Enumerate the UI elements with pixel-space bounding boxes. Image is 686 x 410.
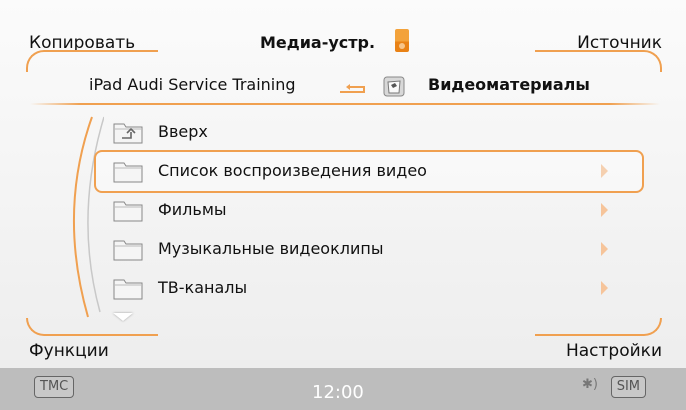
list-item-label: ТВ-каналы xyxy=(158,278,248,297)
scroll-arc[interactable] xyxy=(44,112,104,327)
list-item-label: Вверх xyxy=(158,122,208,141)
folder-list: Вверх Список воспроизведения видео Фильм… xyxy=(94,113,644,308)
bluetooth-icon: ✱) xyxy=(582,377,598,392)
list-item-tv-channels[interactable]: ТВ-каналы xyxy=(96,269,642,308)
breadcrumb-source[interactable]: iPad Audi Service Training xyxy=(89,75,296,94)
status-bar: TMC 12:00 ✱) SIM xyxy=(0,368,686,410)
breadcrumb-current: Видеоматериалы xyxy=(428,75,590,94)
folder-up-icon xyxy=(113,123,143,144)
chevron-right-icon xyxy=(601,242,608,256)
functions-softkey[interactable]: Функции xyxy=(29,341,109,361)
settings-softkey[interactable]: Настройки xyxy=(566,341,662,361)
list-item-label: Музыкальные видеоклипы xyxy=(158,239,384,258)
folder-icon xyxy=(383,76,405,97)
page-title: Медиа-устр. xyxy=(260,33,376,52)
list-item-label: Список воспроизведения видео xyxy=(158,161,427,180)
list-item-up[interactable]: Вверх xyxy=(96,113,642,152)
list-item-music-videos[interactable]: Музыкальные видеоклипы xyxy=(96,230,642,269)
softkey-arc-top-right xyxy=(535,50,662,72)
folder-icon xyxy=(113,240,143,261)
chevron-right-icon xyxy=(601,203,608,217)
list-item-movies[interactable]: Фильмы xyxy=(96,191,642,230)
folder-icon xyxy=(113,279,143,300)
chevron-right-icon xyxy=(601,281,608,295)
sim-badge: SIM xyxy=(610,376,646,398)
list-item-video-playlist[interactable]: Список воспроизведения видео xyxy=(94,150,644,193)
ipod-icon xyxy=(395,29,409,52)
softkey-arc-bottom-right xyxy=(535,318,662,336)
chevron-right-icon xyxy=(601,164,608,178)
softkey-arc-top-left xyxy=(26,50,158,72)
mmi-screen: Копировать Медиа-устр. Источник iPad Aud… xyxy=(0,0,686,410)
folder-icon xyxy=(113,162,143,183)
list-item-label: Фильмы xyxy=(158,200,227,219)
clock: 12:00 xyxy=(312,382,364,403)
softkey-arc-bottom-left xyxy=(26,318,158,336)
breadcrumb-divider xyxy=(30,103,660,105)
folder-icon xyxy=(113,201,143,222)
return-arrow-icon[interactable] xyxy=(338,84,368,94)
tmc-badge: TMC xyxy=(34,376,75,398)
